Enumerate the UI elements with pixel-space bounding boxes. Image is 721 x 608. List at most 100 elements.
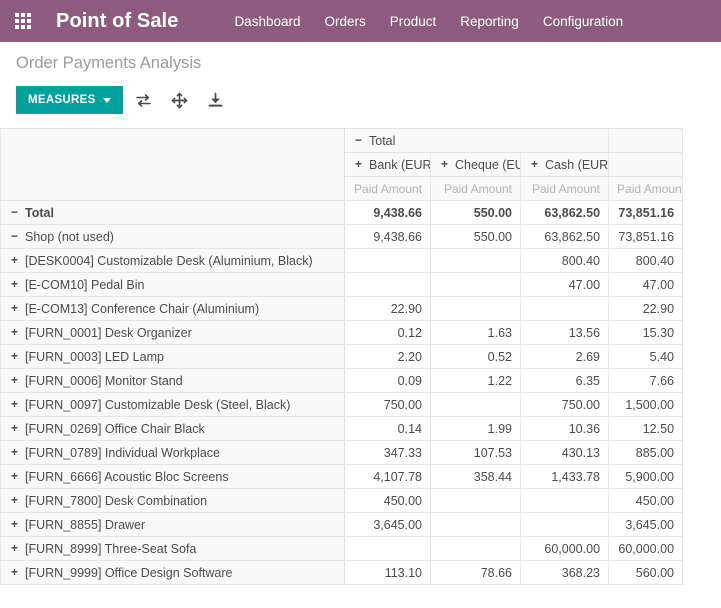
cell-value[interactable] <box>519 488 610 514</box>
cell-value[interactable]: 550.00 <box>430 200 521 226</box>
cell-row-total[interactable]: 60,000.00 <box>608 536 684 562</box>
cell-row-total[interactable]: 7.66 <box>608 368 684 394</box>
cell-value[interactable]: 2.69 <box>519 344 610 370</box>
nav-item-orders[interactable]: Orders <box>324 14 365 29</box>
cell-value[interactable]: 347.33 <box>344 440 431 466</box>
download-xlsx-icon[interactable] <box>201 88 231 112</box>
row-header-cell[interactable]: + [FURN_0097] Customizable Desk (Steel, B… <box>0 392 345 418</box>
cell-value[interactable]: 78.66 <box>430 560 521 586</box>
row-header-cell[interactable]: + [FURN_7800] Desk Combination <box>0 488 345 514</box>
cell-value[interactable]: 430.13 <box>519 440 610 466</box>
measure-header-bank[interactable]: Paid Amount <box>344 176 431 202</box>
measure-header-cash[interactable]: Paid Amount <box>519 176 610 202</box>
cell-value[interactable]: 0.09 <box>344 368 431 394</box>
cell-row-total[interactable]: 560.00 <box>608 560 684 586</box>
column-header-bank[interactable]: + Bank (EUR) <box>344 152 431 178</box>
cell-value[interactable]: 4,107.78 <box>344 464 431 490</box>
row-header-cell[interactable]: + [DESK0004] Customizable Desk (Aluminium… <box>0 248 345 274</box>
row-header-cell[interactable]: + [FURN_6666] Acoustic Bloc Screens <box>0 464 345 490</box>
cell-value[interactable] <box>430 488 521 514</box>
cell-value[interactable]: 0.52 <box>430 344 521 370</box>
cell-value[interactable]: 450.00 <box>344 488 431 514</box>
cell-value[interactable]: 1.63 <box>430 320 521 346</box>
row-header-cell[interactable]: + [FURN_0003] LED Lamp <box>0 344 345 370</box>
cell-value[interactable]: 1.22 <box>430 368 521 394</box>
row-header-label: [FURN_7800] Desk Combination <box>25 493 208 508</box>
cell-value[interactable]: 63,862.50 <box>519 200 610 226</box>
cell-value[interactable]: 60,000.00 <box>519 536 610 562</box>
cell-row-total[interactable]: 15.30 <box>608 320 684 346</box>
measure-header-cheque[interactable]: Paid Amount <box>430 176 521 202</box>
column-header-cash[interactable]: + Cash (EUR) <box>519 152 610 178</box>
cell-value[interactable] <box>430 536 521 562</box>
row-header-cell[interactable]: − Shop (not used) <box>0 224 345 250</box>
row-header-cell[interactable]: + [FURN_8855] Drawer <box>0 512 345 538</box>
row-header-cell[interactable]: + [E-COM13] Conference Chair (Aluminium) <box>0 296 345 322</box>
cell-value[interactable]: 9,438.66 <box>344 224 431 250</box>
cell-value[interactable]: 2.20 <box>344 344 431 370</box>
expand-all-icon[interactable] <box>165 88 195 112</box>
cell-value[interactable]: 63,862.50 <box>519 224 610 250</box>
cell-value[interactable]: 107.53 <box>430 440 521 466</box>
cell-value[interactable]: 1,433.78 <box>519 464 610 490</box>
cell-row-total[interactable]: 5.40 <box>608 344 684 370</box>
cell-value[interactable]: 3,645.00 <box>344 512 431 538</box>
cell-row-total[interactable]: 800.40 <box>608 248 684 274</box>
cell-value[interactable] <box>344 272 431 298</box>
cell-value[interactable] <box>344 536 431 562</box>
nav-item-configuration[interactable]: Configuration <box>543 14 623 29</box>
cell-value[interactable]: 750.00 <box>344 392 431 418</box>
row-header-cell[interactable]: + [FURN_9999] Office Design Software <box>0 560 345 586</box>
row-header-cell[interactable]: + [FURN_0001] Desk Organizer <box>0 320 345 346</box>
row-header-cell[interactable]: + [FURN_8999] Three-Seat Sofa <box>0 536 345 562</box>
cell-value[interactable]: 9,438.66 <box>344 200 431 226</box>
cell-value[interactable] <box>344 248 431 274</box>
row-header-cell[interactable]: + [FURN_0006] Monitor Stand <box>0 368 345 394</box>
cell-value[interactable]: 6.35 <box>519 368 610 394</box>
row-header-cell[interactable]: + [FURN_0789] Individual Workplace <box>0 440 345 466</box>
nav-item-reporting[interactable]: Reporting <box>460 14 519 29</box>
cell-value[interactable]: 1.99 <box>430 416 521 442</box>
cell-value[interactable] <box>430 392 521 418</box>
cell-value[interactable]: 47.00 <box>519 272 610 298</box>
cell-row-total[interactable]: 12.50 <box>608 416 684 442</box>
cell-value[interactable]: 0.12 <box>344 320 431 346</box>
row-header-cell[interactable]: + [FURN_0269] Office Chair Black <box>0 416 345 442</box>
cell-value[interactable] <box>519 296 610 322</box>
page-title: Order Payments Analysis <box>16 54 202 72</box>
cell-row-total[interactable]: 22.90 <box>608 296 684 322</box>
cell-value[interactable]: 358.44 <box>430 464 521 490</box>
row-header-cell[interactable]: + [E-COM10] Pedal Bin <box>0 272 345 298</box>
apps-menu-button[interactable] <box>0 0 46 42</box>
nav-item-product[interactable]: Product <box>390 14 437 29</box>
cell-row-total[interactable]: 1,500.00 <box>608 392 684 418</box>
cell-row-total[interactable]: 73,851.16 <box>608 200 684 226</box>
cell-row-total[interactable]: 73,851.16 <box>608 224 684 250</box>
cell-row-total[interactable]: 885.00 <box>608 440 684 466</box>
cell-row-total[interactable]: 3,645.00 <box>608 512 684 538</box>
cell-row-total[interactable]: 47.00 <box>608 272 684 298</box>
cell-row-total[interactable]: 450.00 <box>608 488 684 514</box>
measures-button[interactable]: MEASURES <box>16 86 123 115</box>
cell-value[interactable]: 113.10 <box>344 560 431 586</box>
column-group-total[interactable]: − Total <box>343 128 610 154</box>
flip-axis-icon[interactable] <box>129 88 159 112</box>
cell-row-total[interactable]: 5,900.00 <box>608 464 684 490</box>
cell-value[interactable] <box>430 512 521 538</box>
cell-value[interactable]: 368.23 <box>519 560 610 586</box>
cell-value[interactable] <box>430 296 521 322</box>
measure-header-total[interactable]: Paid Amount <box>608 176 684 202</box>
column-header-cheque[interactable]: + Cheque (EUR) <box>430 152 521 178</box>
cell-value[interactable]: 10.36 <box>519 416 610 442</box>
cell-value[interactable]: 13.56 <box>519 320 610 346</box>
cell-value[interactable]: 0.14 <box>344 416 431 442</box>
nav-item-dashboard[interactable]: Dashboard <box>234 14 300 29</box>
cell-value[interactable]: 750.00 <box>519 392 610 418</box>
cell-value[interactable]: 22.90 <box>344 296 431 322</box>
cell-value[interactable] <box>430 248 521 274</box>
cell-value[interactable] <box>519 512 610 538</box>
cell-value[interactable] <box>430 272 521 298</box>
cell-value[interactable]: 800.40 <box>519 248 610 274</box>
cell-value[interactable]: 550.00 <box>430 224 521 250</box>
row-header-cell[interactable]: − Total <box>0 200 345 226</box>
